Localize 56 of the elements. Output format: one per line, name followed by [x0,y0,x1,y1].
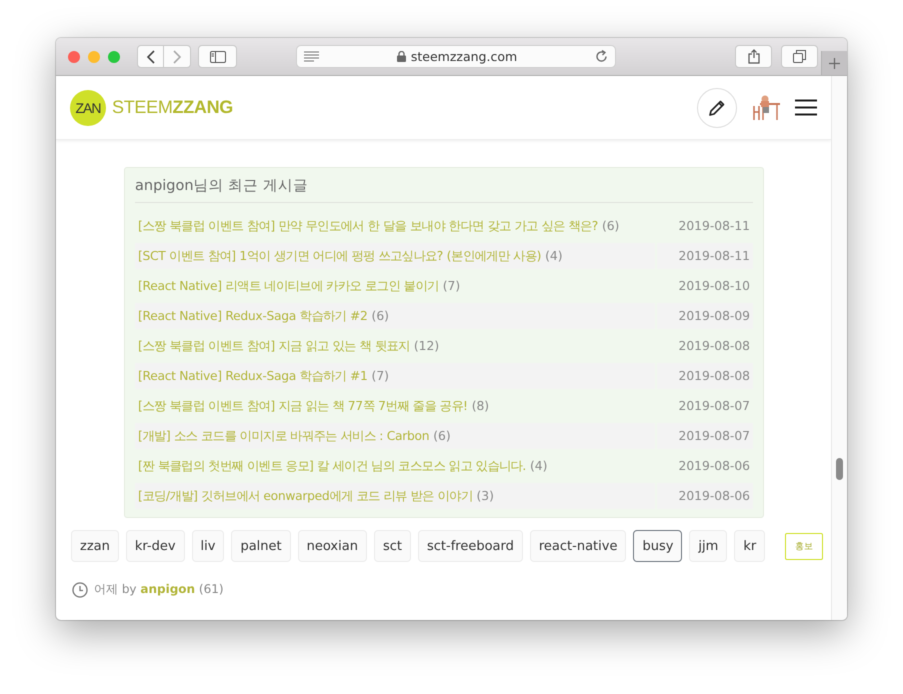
tag-button[interactable]: liv [192,530,224,562]
panel-title: anpigon님의 최근 게시글 [135,176,753,203]
tabs-button[interactable] [781,45,818,68]
lock-icon [396,51,406,62]
comment-count: (12) [414,339,440,353]
back-button[interactable] [137,45,164,68]
post-date: 2019-08-06 [657,483,753,509]
forward-icon [172,50,182,64]
comment-count: (6) [602,219,620,233]
comment-count: (7) [442,279,460,293]
back-icon [146,50,156,64]
address-bar[interactable]: steemzzang.com [296,45,616,68]
avatar-illustration-icon[interactable] [751,94,781,122]
post-date: 2019-08-09 [657,303,753,329]
share-button[interactable] [735,45,772,68]
post-date: 2019-08-10 [678,278,751,295]
tag-button[interactable]: jjm [689,530,728,562]
comment-count: (6) [372,309,389,323]
reader-icon [304,51,319,62]
comment-count: (4) [530,459,548,473]
scrollbar-thumb[interactable] [836,458,843,480]
tag-button[interactable]: kr-dev [126,530,185,562]
post-date: 2019-08-11 [657,243,753,269]
post-date: 2019-08-08 [678,338,751,355]
post-date: 2019-08-07 [657,423,753,449]
clock-icon [72,582,88,598]
sidebar-icon [210,50,226,62]
tag-button[interactable]: zzan [71,530,119,562]
tag-button[interactable]: react-native [530,530,626,562]
post-date: 2019-08-11 [678,218,751,235]
pencil-icon [708,98,726,116]
comment-count: (6) [433,429,451,443]
post-date: 2019-08-08 [657,363,753,389]
write-button[interactable] [697,88,737,128]
comment-count: (3) [476,489,494,503]
comment-count: (8) [472,399,490,413]
url-text: steemzzang.com [410,49,518,64]
post-date: 2019-08-07 [678,398,751,415]
plus-icon [829,58,840,68]
tag-button[interactable]: sct [374,530,411,562]
tag-button[interactable]: sct-freeboard [418,530,523,562]
comment-count: (7) [372,369,389,383]
new-tab-button[interactable] [821,51,847,75]
tag-button[interactable]: palnet [231,530,291,562]
tag-button[interactable]: kr [734,530,766,562]
menu-icon[interactable] [795,99,817,116]
sidebar-button[interactable] [198,45,237,68]
post-date: 2019-08-06 [678,458,751,475]
post-meta: 어제 by anpigon (61) [94,581,224,598]
tag-button[interactable]: busy [633,530,682,562]
share-icon [748,49,760,64]
tabs-icon [793,50,806,63]
comment-count: (4) [545,249,563,263]
reload-icon[interactable] [595,50,608,63]
logo-mark[interactable]: ZAN [70,90,106,126]
tag-button[interactable]: neoxian [298,530,367,562]
